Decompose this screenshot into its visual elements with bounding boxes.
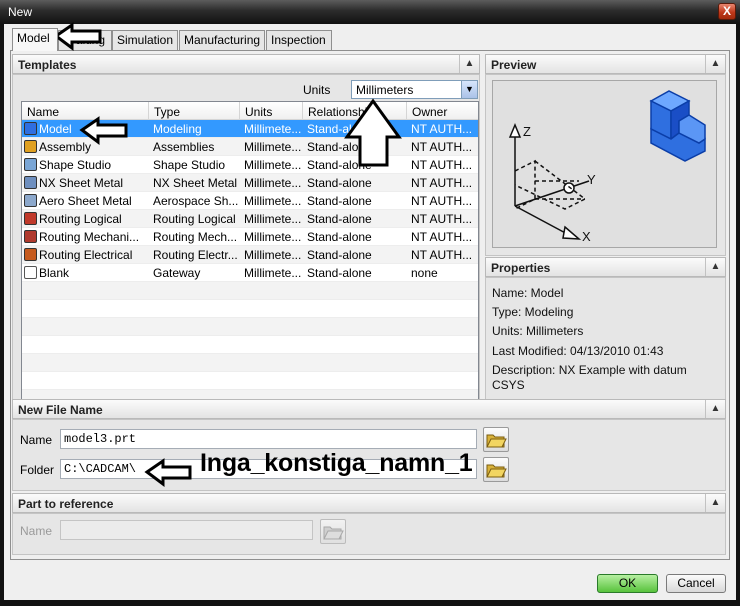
window-bottom-edge: [0, 600, 740, 606]
left-arrow-icon: [53, 22, 102, 51]
up-arrow-icon: [344, 98, 402, 167]
ok-button[interactable]: OK: [597, 574, 658, 593]
left-arrow-icon: [144, 458, 192, 487]
annotation-arrows: [53, 22, 402, 487]
tab-model[interactable]: Model: [12, 28, 58, 51]
cancel-button[interactable]: Cancel: [666, 574, 726, 593]
new-dialog-window: New X Model Drafting Simulation Manufact…: [0, 0, 740, 606]
left-arrow-icon: [79, 116, 128, 145]
